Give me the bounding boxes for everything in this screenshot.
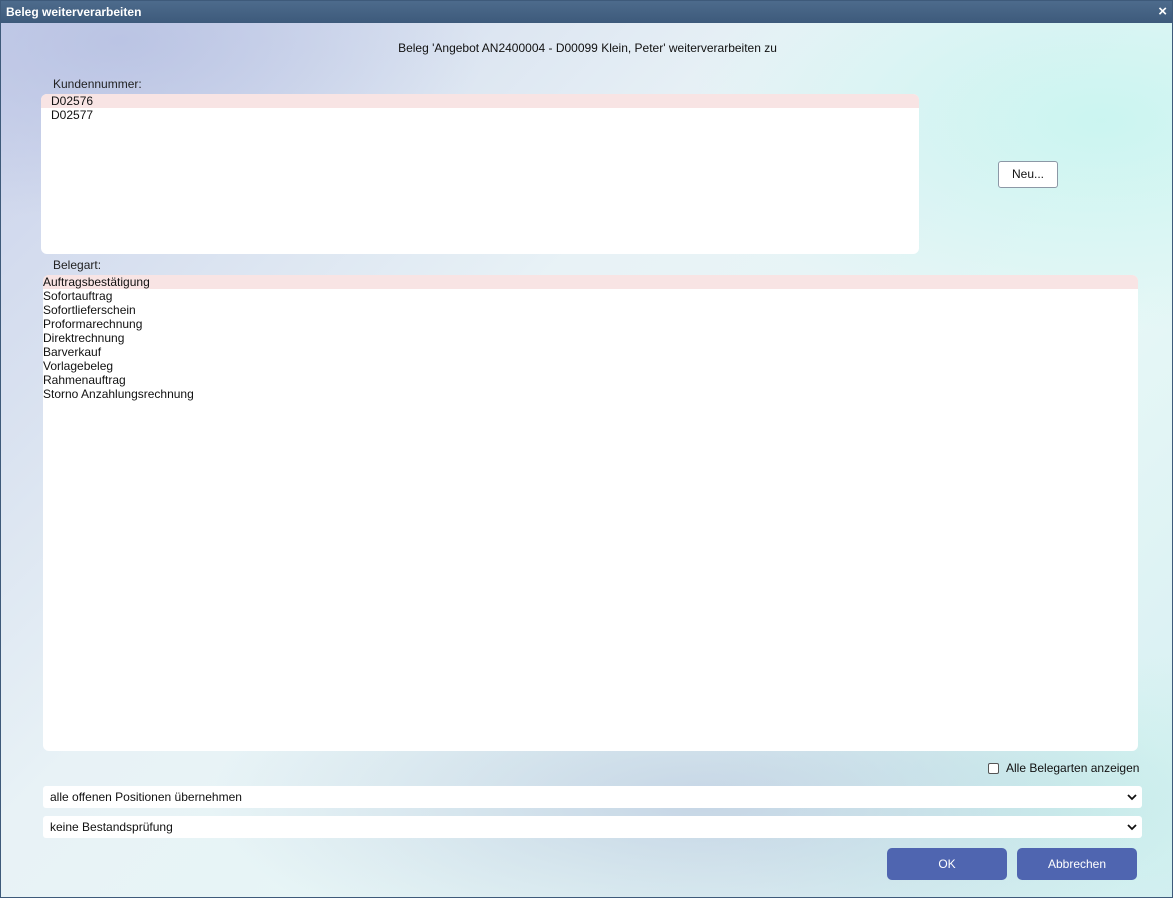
ok-button[interactable]: OK bbox=[887, 848, 1007, 880]
document-type-item[interactable]: Barverkauf bbox=[43, 345, 1138, 359]
process-document-dialog: Beleg weiterverarbeiten × Beleg 'Angebot… bbox=[0, 0, 1173, 898]
show-all-document-types-checkbox[interactable] bbox=[988, 762, 999, 774]
dialog-title: Beleg weiterverarbeiten bbox=[6, 5, 142, 19]
new-customer-button[interactable]: Neu... bbox=[998, 161, 1058, 188]
document-type-label: Belegart: bbox=[53, 258, 102, 272]
positions-select[interactable]: alle offenen Positionen übernehmen bbox=[43, 786, 1142, 808]
stock-check-select-value: keine Bestandsprüfung bbox=[50, 820, 173, 834]
chevron-down-icon bbox=[1127, 824, 1137, 831]
customer-number-item[interactable]: D02576 bbox=[41, 94, 919, 108]
document-type-item[interactable]: Rahmenauftrag bbox=[43, 373, 1138, 387]
cancel-button[interactable]: Abbrechen bbox=[1017, 848, 1137, 880]
customer-number-list[interactable]: D02576 D02577 bbox=[41, 94, 919, 254]
document-type-item[interactable]: Direktrechnung bbox=[43, 331, 1138, 345]
document-type-item[interactable]: Auftragsbestätigung bbox=[43, 275, 1138, 289]
document-type-item[interactable]: Vorlagebeleg bbox=[43, 359, 1138, 373]
show-all-document-types-label[interactable]: Alle Belegarten anzeigen bbox=[1006, 761, 1139, 775]
dialog-titlebar[interactable]: Beleg weiterverarbeiten × bbox=[1, 1, 1172, 23]
dialog-header-text: Beleg 'Angebot AN2400004 - D00099 Klein,… bbox=[398, 41, 777, 55]
document-type-item[interactable]: Sofortlieferschein bbox=[43, 303, 1138, 317]
close-icon[interactable]: × bbox=[1158, 1, 1167, 23]
show-all-document-types-option[interactable]: Alle Belegarten anzeigen bbox=[988, 760, 1139, 776]
positions-select-value: alle offenen Positionen übernehmen bbox=[50, 790, 242, 804]
document-type-item[interactable]: Sofortauftrag bbox=[43, 289, 1138, 303]
document-type-item[interactable]: Storno Anzahlungsrechnung bbox=[43, 387, 1138, 401]
document-type-list[interactable]: Auftragsbestätigung Sofortauftrag Sofortli… bbox=[43, 275, 1138, 751]
customer-number-label: Kundennummer: bbox=[53, 77, 142, 91]
stock-check-select[interactable]: keine Bestandsprüfung bbox=[43, 816, 1142, 838]
document-type-item[interactable]: Proformarechnung bbox=[43, 317, 1138, 331]
customer-number-item[interactable]: D02577 bbox=[41, 108, 919, 122]
chevron-down-icon bbox=[1127, 794, 1137, 801]
